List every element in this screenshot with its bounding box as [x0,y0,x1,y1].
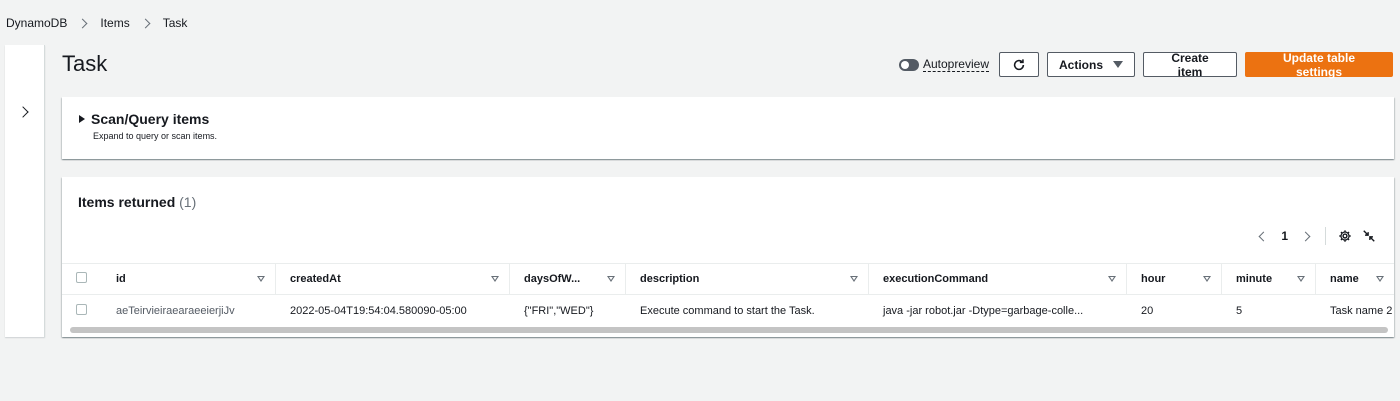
side-navigation-panel [5,45,45,337]
sort-icon[interactable] [1297,276,1305,282]
horizontal-scrollbar[interactable] [70,327,1388,333]
cell-id[interactable]: aeTeirvieiraearaeeierjiJv [102,295,276,327]
column-label: minute [1236,273,1273,285]
update-table-settings-button[interactable]: Update table settings [1245,51,1393,79]
cell-createdat: 2022-05-04T19:54:04.580090-05:00 [290,304,467,317]
column-header-id[interactable]: id [102,263,276,295]
sort-icon[interactable] [257,276,265,282]
breadcrumb-dynamodb[interactable]: DynamoDB [6,16,67,30]
actions-button[interactable]: Actions [1047,52,1135,77]
cell-minute: 5 [1236,304,1243,317]
sort-icon[interactable] [1203,276,1211,282]
sort-icon[interactable] [1376,276,1384,282]
toolbar: Autopreview Actions Create item Update t… [898,51,1393,79]
column-label: daysOfW... [524,273,581,285]
items-count: (1) [179,194,197,210]
scan-query-panel: Scan/Query items Expand to query or scan… [62,97,1394,159]
scan-query-description: Expand to query or scan items. [93,131,218,141]
scan-query-expander[interactable]: Scan/Query items [79,111,209,127]
column-header-createdat[interactable]: createdAt [276,263,510,295]
page-title: Task [62,51,108,76]
refresh-button[interactable] [999,52,1039,77]
select-all-cell [62,263,102,295]
cell-name: Task name 2 [1330,304,1393,317]
column-header-minute[interactable]: minute [1222,263,1316,295]
current-page-number[interactable]: 1 [1281,229,1288,243]
previous-page-icon[interactable] [1258,231,1269,241]
autopreview-toggle-group[interactable]: Autopreview [898,57,989,72]
caret-right-icon [79,115,85,123]
cell-hour: 20 [1141,304,1154,317]
gear-icon[interactable] [1338,229,1352,243]
chevron-right-icon [77,18,88,28]
column-label: name [1330,273,1359,285]
next-page-icon[interactable] [1300,231,1311,241]
collapse-icon[interactable] [1362,229,1376,243]
sort-icon[interactable] [1108,276,1116,282]
breadcrumb-task: Task [162,16,188,30]
chevron-right-icon [140,18,151,28]
column-label: createdAt [290,273,341,285]
refresh-icon [1013,58,1025,70]
column-header-name[interactable]: name [1316,263,1394,295]
select-all-checkbox[interactable] [76,272,87,283]
actions-label: Actions [1059,57,1104,72]
pagination: 1 [1258,227,1376,245]
breadcrumb-items[interactable]: Items [100,16,129,30]
cell-description: Execute command to start the Task. [640,304,815,317]
scan-query-title: Scan/Query items [91,111,210,127]
column-label: id [116,273,126,285]
column-header-hour[interactable]: hour [1127,263,1222,295]
autopreview-label[interactable]: Autopreview [922,57,989,72]
column-label: hour [1141,273,1166,285]
items-table: id createdAt daysOfW... description exec… [62,263,1394,327]
cell-daysofweek: {"FRI","WED"} [524,304,594,317]
sort-icon[interactable] [607,276,615,282]
cell-executioncommand: java -jar robot.jar -Dtype=garbage-colle… [883,304,1084,317]
column-label: executionCommand [883,273,989,285]
table-row[interactable]: aeTeirvieiraearaeeierjiJv 2022-05-04T19:… [62,295,1394,327]
divider [1325,227,1326,245]
column-header-description[interactable]: description [626,263,869,295]
caret-down-icon [1113,61,1124,68]
column-label: description [640,273,700,285]
expand-chevron-icon[interactable] [17,106,29,118]
autopreview-toggle[interactable] [898,58,919,71]
items-returned-heading: Items returned (1) [78,194,196,210]
sort-icon[interactable] [491,276,499,282]
row-checkbox[interactable] [76,303,87,315]
sort-icon[interactable] [850,276,858,282]
column-header-daysofweek[interactable]: daysOfW... [510,263,626,295]
items-returned-panel: Items returned (1) 1 id createdAt daysOf… [62,177,1394,337]
table-header-row: id createdAt daysOfW... description exec… [62,263,1394,295]
row-select-cell [62,295,102,327]
breadcrumb: DynamoDB Items Task [6,16,187,30]
create-item-button[interactable]: Create item [1143,51,1237,79]
column-header-executioncommand[interactable]: executionCommand [869,263,1127,295]
items-returned-title: Items returned [78,194,176,210]
